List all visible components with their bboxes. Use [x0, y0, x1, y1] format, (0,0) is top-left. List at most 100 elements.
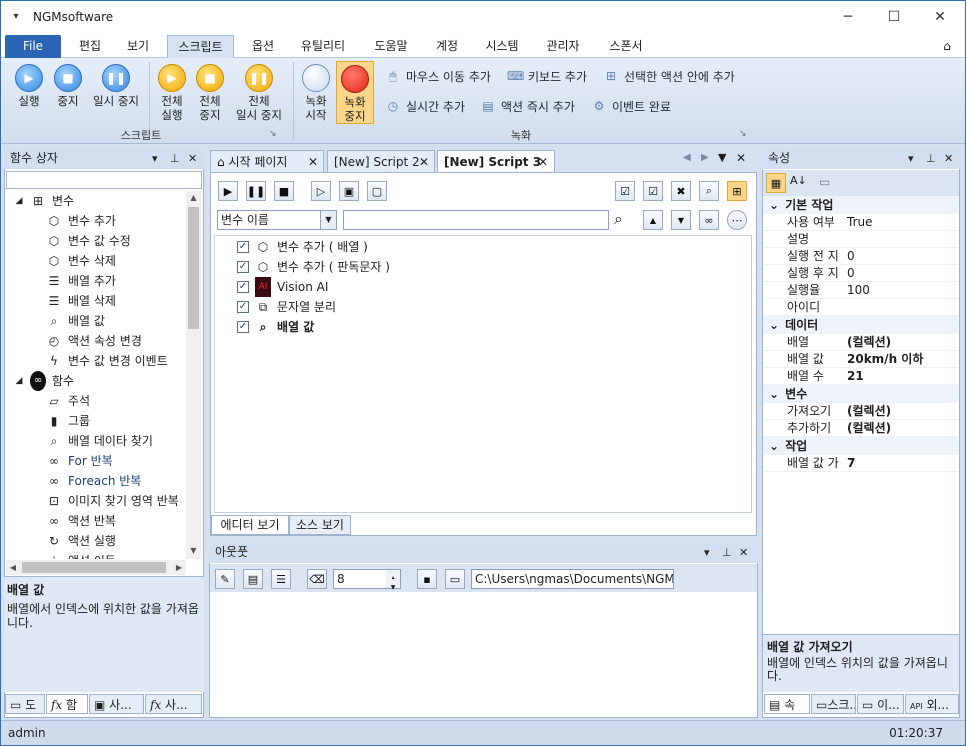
tree-item[interactable]: ⌕ 배열 값: [46, 311, 105, 331]
tab-editor-view[interactable]: 에디터 보기: [211, 515, 289, 535]
more-icon[interactable]: ⋯: [727, 210, 747, 230]
menu-edit[interactable]: 편집: [71, 35, 109, 58]
tree-item[interactable]: ⊡ 이미지 찾기 영역 반복: [46, 491, 179, 511]
left-tab-2[interactable]: fx 함: [46, 694, 88, 714]
search-icon[interactable]: ⌕: [614, 209, 623, 229]
menu-script[interactable]: 스크립트: [167, 35, 234, 58]
property-row[interactable]: 배열 수 21: [763, 368, 958, 385]
tree-node-functions[interactable]: ◢ ∞ 함수: [14, 371, 74, 391]
menu-account[interactable]: 계정: [427, 35, 467, 58]
tab-script-3[interactable]: [New] Script 3 ✕: [437, 150, 555, 172]
scroll-right-icon[interactable]: ▶: [172, 560, 186, 575]
tree-item[interactable]: ↻ 액션 실행: [46, 531, 116, 551]
keyboard-add-button[interactable]: ⌨ 키보드 추가: [507, 68, 587, 85]
spin-down-icon[interactable]: ▼: [386, 579, 400, 591]
menu-system[interactable]: 시스템: [475, 35, 529, 58]
event-done-button[interactable]: ⚙ 이벤트 완료: [591, 98, 671, 115]
property-category[interactable]: ⌄ 작업: [763, 437, 958, 455]
close-document-icon[interactable]: ✕: [736, 151, 746, 165]
tree-item[interactable]: ⬡ 변수 추가: [46, 211, 116, 231]
menu-options[interactable]: 옵션: [243, 35, 283, 58]
property-category[interactable]: ⌄ 변수: [763, 385, 958, 403]
ribbon-collapse-icon[interactable]: ⌂: [937, 35, 957, 58]
menu-utility[interactable]: 유틸리티: [291, 35, 355, 58]
zoom-icon[interactable]: ⌕: [699, 181, 719, 201]
close-button[interactable]: ✕: [917, 1, 963, 32]
collapse-icon[interactable]: ◢: [14, 371, 24, 391]
run-button[interactable]: ▶ 실행: [9, 64, 49, 108]
add-into-selected-button[interactable]: ⊞ 선택한 액션 안에 추가: [603, 68, 735, 85]
collapse-icon[interactable]: ⌄: [763, 439, 785, 453]
left-tab-4[interactable]: fx 사...: [145, 694, 202, 714]
property-row[interactable]: 추가하기 (컬렉션): [763, 420, 958, 437]
play-icon[interactable]: ▶: [218, 181, 238, 201]
collapse-icon[interactable]: ⌄: [763, 387, 785, 401]
tree-item[interactable]: ⬡ 변수 값 수정: [46, 231, 131, 251]
dialog-launcher-icon[interactable]: ↘: [739, 129, 747, 139]
variable-name-combo[interactable]: 변수 이름 ▼: [217, 210, 337, 230]
save-icon[interactable]: ▪: [417, 569, 437, 589]
property-row[interactable]: 실행 후 지0: [763, 265, 958, 282]
property-category[interactable]: ⌄ 기본 작업: [763, 196, 958, 214]
property-row[interactable]: 실행율 100: [763, 282, 958, 299]
close-tab-icon[interactable]: ✕: [419, 151, 429, 173]
right-tab-external[interactable]: API 외...: [905, 694, 959, 714]
script-search-input[interactable]: [343, 210, 609, 230]
log-path-field[interactable]: C:\Users\ngmas\Documents\NGM6\: [471, 569, 674, 589]
property-row[interactable]: 사용 여부 True: [763, 214, 958, 231]
immediate-add-button[interactable]: ▤ 액션 즉시 추가: [480, 98, 575, 115]
panel-menu-icon[interactable]: ▾: [908, 148, 914, 169]
check-selected-icon[interactable]: ☑: [643, 181, 663, 201]
property-row[interactable]: 실행 전 지0: [763, 248, 958, 265]
checkbox[interactable]: ✓: [237, 321, 249, 333]
stop-all-button[interactable]: ■ 전체 중지: [191, 64, 229, 122]
tree-horizontal-scrollbar[interactable]: ◀ ▶: [6, 560, 186, 575]
left-tab-3[interactable]: ▣ 사...: [89, 694, 144, 714]
chevron-down-icon[interactable]: ▼: [320, 211, 336, 229]
minimize-button[interactable]: ─: [825, 1, 871, 32]
tree-item[interactable]: ◴ 액션 속성 변경: [46, 331, 142, 351]
scrollbar-thumb[interactable]: [22, 562, 166, 573]
spin-up-icon[interactable]: ▲: [386, 570, 400, 582]
action-item[interactable]: ✓ ⬡ 변수 추가 ( 배열 ): [237, 237, 368, 257]
property-row[interactable]: 가져오기 (컬렉션): [763, 403, 958, 420]
step-icon[interactable]: ▷: [311, 181, 331, 201]
pause-icon[interactable]: ❚❚: [246, 181, 266, 201]
categorized-icon[interactable]: ▦: [766, 173, 786, 193]
scrollbar-thumb[interactable]: [188, 207, 199, 329]
tree-item[interactable]: ☰ 배열 삭제: [46, 291, 116, 311]
run-selected-icon[interactable]: ▣: [339, 181, 359, 201]
menu-view[interactable]: 보기: [119, 35, 157, 58]
tree-node-variables[interactable]: ◢ ⊞ 변수: [14, 191, 75, 211]
sort-alpha-icon[interactable]: A↓: [790, 174, 807, 187]
tab-source-view[interactable]: 소스 보기: [289, 515, 351, 535]
collapse-icon[interactable]: ⌄: [763, 318, 785, 332]
close-icon[interactable]: ✕: [944, 148, 953, 169]
right-tab-script[interactable]: ▭스크...: [811, 694, 856, 714]
checkbox[interactable]: ✓: [237, 301, 249, 313]
close-icon[interactable]: ✕: [739, 542, 748, 563]
right-tab-properties[interactable]: ▤ 속: [764, 694, 810, 714]
tab-scroll-left-icon[interactable]: ◀: [683, 152, 691, 163]
close-tab-icon[interactable]: ✕: [308, 151, 318, 173]
function-search-input[interactable]: [6, 171, 202, 189]
menu-file[interactable]: File: [5, 35, 61, 58]
checkbox[interactable]: ✓: [237, 261, 249, 273]
close-icon[interactable]: ✕: [188, 148, 197, 169]
tree-item[interactable]: ⬡ 변수 삭제: [46, 251, 116, 271]
check-all-icon[interactable]: ☑: [615, 181, 635, 201]
pin-icon[interactable]: ⊥: [170, 148, 180, 169]
tab-list-icon[interactable]: ▼: [718, 151, 726, 164]
tree-item[interactable]: ☰ 배열 추가: [46, 271, 116, 291]
tab-scroll-right-icon[interactable]: ▶: [701, 152, 709, 163]
action-item[interactable]: ✓ ⧉ 문자열 분리: [237, 297, 336, 317]
eraser-icon[interactable]: ⌫: [307, 569, 327, 589]
scroll-left-icon[interactable]: ◀: [6, 560, 20, 575]
tree-item[interactable]: ⇣액션 이동: [46, 551, 116, 559]
record-stop-button[interactable]: 녹화 중지: [336, 61, 374, 124]
action-item[interactable]: ✓ ⬡ 변수 추가 ( 판독문자 ): [237, 257, 390, 277]
tree-item[interactable]: ▮ 그룹: [46, 411, 90, 431]
tab-script-2[interactable]: [New] Script 2 ✕: [327, 150, 435, 172]
stop-icon[interactable]: ■: [274, 181, 294, 201]
close-tab-icon[interactable]: ✕: [538, 151, 548, 173]
